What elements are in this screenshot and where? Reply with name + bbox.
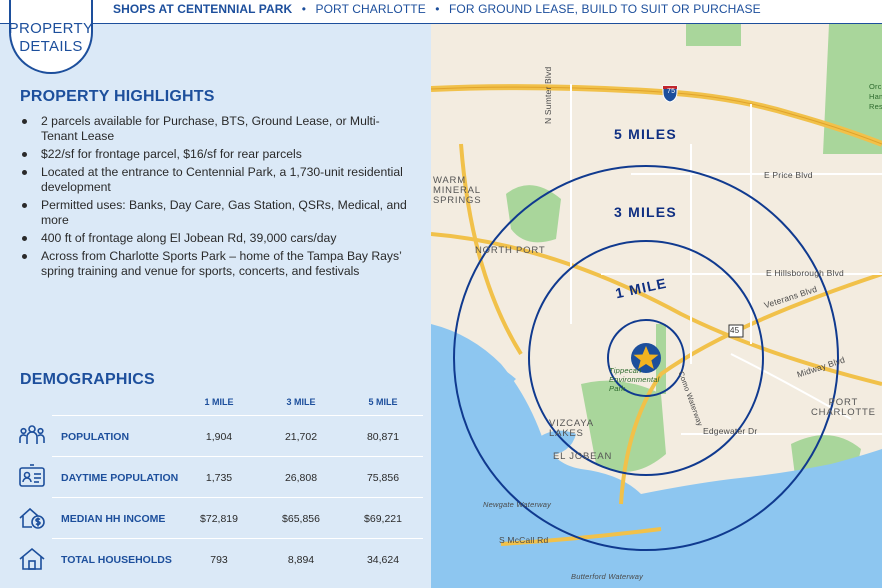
header-separator: • [301,2,307,16]
value-1-mile: 1,904 [205,431,233,443]
value-3-mile: $65,856 [282,513,320,525]
place-north-port: NORTH PORT [475,245,546,256]
waterway-newgate: Newgate Waterway [483,500,552,509]
demographics-row-median-income: MEDIAN HH INCOME $72,819 $65,856 $69,221 [0,497,431,538]
demographics-title: DEMOGRAPHICS [20,371,155,388]
column-header-5-mile: 5 MILE [368,397,398,407]
header-purpose: FOR GROUND LEASE, BUILD TO SUIT OR PURCH… [449,2,761,16]
badge-line-1: PROPERTY [8,20,94,37]
header-title: SHOPS AT CENTENNIAL PARK [113,2,293,16]
demographics-row-daytime-population: DAYTIME POPULATION 1,735 26,808 75,856 [0,456,431,497]
place-el-jobean: EL JOBEAN [553,451,613,462]
place-line: SPRINGS [433,195,482,206]
highlights-list: 2 parcels available for Purchase, BTS, G… [20,114,415,282]
value-1-mile: 793 [210,554,228,566]
place-line: Res [869,102,882,111]
place-edge-fragments: Orc Ham Res [869,82,882,112]
value-5-mile: 75,856 [366,472,400,484]
value-5-mile: 80,871 [366,431,400,443]
house-dollar-icon [19,507,45,529]
road-edgewater: Edgewater Dr [703,426,758,436]
header-separator: • [435,2,440,16]
place-tippecanoe-park: Tippecan Environmental Park [609,366,660,393]
place-line: CHARLOTTE [811,407,876,418]
place-line: Ham [869,92,882,101]
value-3-mile: 8,894 [287,554,315,566]
interstate-number: 75 [667,88,676,95]
road-price: E Price Blvd [764,170,813,180]
road-hillsborough: E Hillsborough Blvd [766,268,844,278]
row-divider [52,456,423,457]
column-header-3-mile: 3 MILE [286,397,316,407]
place-line: Orc [869,82,882,91]
highlight-item: Permitted uses: Banks, Day Care, Gas Sta… [20,198,415,228]
route-number: 45 [730,326,740,335]
location-map[interactable]: 75 45 5 MILES 3 MILES 1 MILE N Sumter Bl… [431,24,882,588]
header-location: PORT CHARLOTTE [315,2,426,16]
header-bar: SHOPS AT CENTENNIAL PARK • PORT CHARLOTT… [0,0,882,24]
badge-line-2: DETAILS [19,38,83,55]
ring-label-5-miles: 5 MILES [614,126,677,142]
value-3-mile: 21,702 [284,431,318,443]
row-label: MEDIAN HH INCOME [61,513,166,525]
place-warm-springs: WARM MINERAL SPRINGS [433,176,481,206]
place-line: LAKES [549,428,584,439]
highlight-item: $22/sf for frontage parcel, $16/sf for r… [20,147,415,162]
id-badge-icon [19,464,45,487]
value-5-mile: 34,624 [366,554,400,566]
row-divider [52,538,423,539]
place-line: Park [609,384,626,393]
place-line: Tippecan [609,366,642,375]
demographics-row-total-households: TOTAL HOUSEHOLDS 793 8,894 34,624 [0,538,431,579]
highlight-item: Across from Charlotte Sports Park – home… [20,249,415,279]
highlight-item: 400 ft of frontage along El Jobean Rd, 3… [20,231,415,246]
place-line: Environmental [609,375,660,384]
waterway-butterford: Butterford Waterway [571,572,644,581]
highlight-item: 2 parcels available for Purchase, BTS, G… [20,114,415,144]
road-n-sumter: N Sumter Blvd [543,66,553,124]
value-3-mile: 26,808 [284,472,318,484]
value-1-mile: 1,735 [205,472,233,484]
house-icon [19,547,45,570]
value-1-mile: $72,819 [200,513,238,525]
ring-label-3-miles: 3 MILES [614,204,677,220]
demographics-row-population: POPULATION 1,904 21,702 80,871 [0,415,431,456]
place-vizcaya-lakes: VIZCAYA LAKES [549,419,594,439]
row-label: POPULATION [61,431,130,443]
row-divider [52,497,423,498]
column-header-1-mile: 1 MILE [204,397,234,407]
row-label: DAYTIME POPULATION [61,472,179,484]
highlights-title: PROPERTY HIGHLIGHTS [20,88,215,105]
road-mccall: S McCall Rd [499,535,549,545]
value-5-mile: $69,221 [364,513,402,525]
row-label: TOTAL HOUSEHOLDS [61,554,172,566]
people-group-icon [19,425,45,444]
row-divider [52,415,423,416]
highlight-item: Located at the entrance to Centennial Pa… [20,165,415,195]
header-text: SHOPS AT CENTENNIAL PARK • PORT CHARLOTT… [113,2,761,16]
place-port-charlotte: PORT CHARLOTTE [811,398,876,418]
